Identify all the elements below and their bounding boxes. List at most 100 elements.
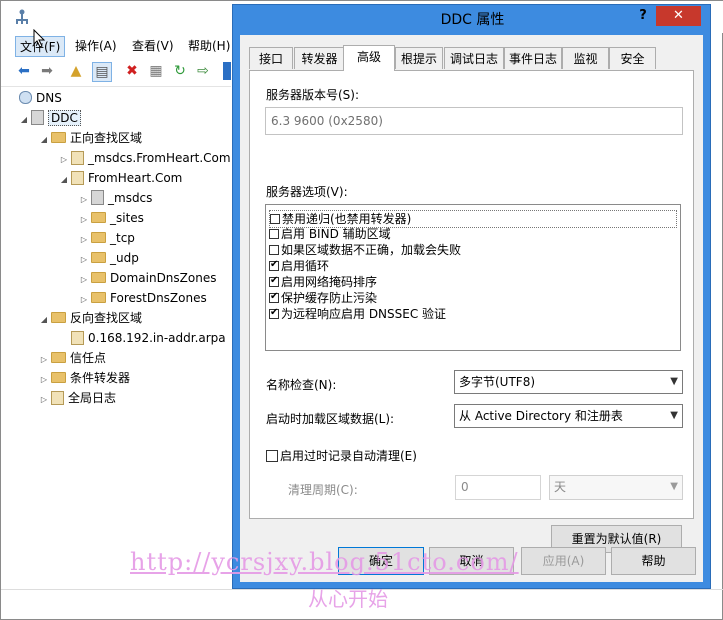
collapse-arrow-icon[interactable]: ◢	[59, 170, 69, 190]
load-zone-select[interactable]: 从 Active Directory 和注册表 ▼	[454, 404, 683, 428]
log-icon	[51, 390, 64, 405]
folder-icon	[51, 132, 66, 143]
server-options-list: 禁用递归(也禁用转发器) 启用 BIND 辅助区域 如果区域数据不正确，加载会失…	[265, 204, 681, 351]
checkbox[interactable]	[269, 306, 279, 320]
up-folder-icon[interactable]: ▲	[67, 62, 85, 80]
toolbar: ⬅ ➡ ▲ ▤ ✖ ▦ ↻ ⇨	[1, 56, 231, 87]
zone-icon	[71, 330, 84, 345]
watermark-text: 从心开始	[308, 587, 388, 611]
tree-node-reverse-zone[interactable]: 0.168.192.in-addr.arpa	[69, 328, 226, 348]
menu-help[interactable]: 帮助(H)	[184, 36, 234, 55]
option-item[interactable]: 如果区域数据不正确，加载会失败	[269, 242, 461, 258]
menu-action[interactable]: 操作(A)	[71, 36, 121, 55]
tree-node-server[interactable]: ◢ DDC	[19, 108, 81, 128]
help-title-button[interactable]: ?	[630, 6, 656, 26]
export-icon[interactable]: ⇨	[194, 62, 212, 80]
period-input[interactable]: 0	[455, 475, 541, 500]
period-unit-select[interactable]: 天 ▼	[549, 475, 683, 500]
option-item[interactable]: 启用网络掩码排序	[269, 274, 377, 290]
expand-arrow-icon[interactable]: ▷	[79, 270, 89, 290]
collapse-arrow-icon[interactable]: ◢	[39, 310, 49, 330]
tree-node-trust-points[interactable]: ▷ 信任点	[39, 348, 106, 368]
help-button[interactable]: 帮助	[611, 547, 696, 575]
tree-node-sub-msdcs[interactable]: ▷ _msdcs	[79, 188, 152, 208]
option-item[interactable]: 启用循环	[269, 258, 329, 274]
expand-arrow-icon[interactable]: ▷	[79, 250, 89, 270]
dialog-client-area: 接口 转发器 高级 根提示 调试日志 事件日志 监视 安全 服务器版本号(S):…	[240, 35, 703, 582]
tree-node-sub-tcp[interactable]: ▷ _tcp	[79, 228, 135, 248]
dns-icon	[19, 91, 32, 104]
folder-icon	[91, 292, 106, 303]
expand-arrow-icon[interactable]: ▷	[79, 230, 89, 250]
properties-dialog: DDC 属性 ? ✕ 接口 转发器 高级 根提示 调试日志 事件日志 监视 安全…	[232, 4, 711, 589]
tab-forwarders[interactable]: 转发器	[294, 47, 345, 69]
tab-monitoring[interactable]: 监视	[562, 47, 609, 69]
tab-root-hints[interactable]: 根提示	[395, 47, 443, 69]
collapse-arrow-icon[interactable]: ◢	[19, 110, 29, 130]
checkbox[interactable]	[269, 228, 279, 239]
scavenge-checkbox[interactable]	[266, 449, 278, 462]
expand-arrow-icon[interactable]: ▷	[39, 370, 49, 390]
checkbox[interactable]	[269, 244, 279, 255]
option-item[interactable]: 为远程响应启用 DNSSEC 验证	[269, 306, 446, 322]
tree-node-forward-zones[interactable]: ◢ 正向查找区域	[39, 128, 142, 148]
expand-arrow-icon[interactable]: ▷	[39, 390, 49, 410]
version-label: 服务器版本号(S):	[266, 88, 360, 102]
tree-node-global-logs[interactable]: ▷ 全局日志	[39, 388, 116, 408]
chevron-down-icon: ▼	[670, 410, 678, 421]
tree-node-sub-sites[interactable]: ▷ _sites	[79, 208, 144, 228]
expand-arrow-icon[interactable]: ▷	[39, 350, 49, 370]
tab-security[interactable]: 安全	[609, 47, 656, 69]
refresh-icon[interactable]: ↻	[171, 62, 189, 80]
tree-node-reverse-zones[interactable]: ◢ 反向查找区域	[39, 308, 142, 328]
apply-button[interactable]: 应用(A)	[521, 547, 606, 575]
option-item[interactable]: 启用 BIND 辅助区域	[269, 226, 391, 242]
chevron-down-icon: ▼	[670, 376, 678, 387]
checkbox[interactable]	[270, 213, 280, 224]
chevron-down-icon: ▼	[670, 481, 678, 492]
folder-icon	[51, 372, 66, 383]
tree-node-domaindnszones[interactable]: ▷ DomainDnsZones	[79, 268, 217, 290]
tab-event-logging[interactable]: 事件日志	[504, 47, 562, 69]
folder-icon	[91, 232, 106, 243]
folder-icon	[51, 352, 66, 363]
mouse-cursor-icon	[33, 29, 46, 48]
expand-arrow-icon[interactable]: ▷	[79, 210, 89, 230]
show-console-tree-icon[interactable]: ▤	[92, 62, 112, 82]
tab-interfaces[interactable]: 接口	[249, 47, 293, 69]
help-toolbar-icon[interactable]	[223, 62, 231, 80]
forward-icon[interactable]: ➡	[38, 62, 56, 80]
checkbox[interactable]	[269, 258, 279, 272]
folder-icon	[51, 312, 66, 323]
checkbox[interactable]	[269, 274, 279, 288]
tree-node-conditional-forwarders[interactable]: ▷ 条件转发器	[39, 368, 130, 388]
delete-icon[interactable]: ✖	[123, 62, 141, 80]
folder-icon	[91, 212, 106, 223]
collapse-arrow-icon[interactable]: ◢	[39, 130, 49, 150]
tree-node-msdcs-zone[interactable]: ▷ _msdcs.FromHeart.Com	[59, 148, 231, 168]
server-icon	[31, 110, 44, 125]
folder-icon	[91, 272, 106, 283]
tree-node-fromheart-zone[interactable]: ◢ FromHeart.Com	[59, 168, 182, 188]
tab-advanced[interactable]: 高级	[343, 45, 395, 71]
menu-view[interactable]: 查看(V)	[128, 36, 178, 55]
name-check-select[interactable]: 多字节(UTF8) ▼	[454, 370, 683, 394]
option-item[interactable]: 保护缓存防止污染	[269, 290, 377, 306]
period-label: 清理周期(C):	[288, 483, 358, 497]
expand-arrow-icon[interactable]: ▷	[79, 190, 89, 210]
version-field: 6.3 9600 (0x2580)	[265, 107, 683, 135]
tree-node-forestdnszones[interactable]: ▷ ForestDnsZones	[79, 288, 207, 308]
scavenge-option[interactable]: 启用过时记录自动清理(E)	[266, 448, 417, 464]
options-label: 服务器选项(V):	[266, 185, 348, 199]
checkbox[interactable]	[269, 290, 279, 304]
zone-icon	[71, 170, 84, 185]
expand-arrow-icon[interactable]: ▷	[59, 150, 69, 170]
expand-arrow-icon[interactable]: ▷	[79, 290, 89, 310]
dns-app-icon	[16, 9, 28, 24]
tree-node-dns[interactable]: DNS	[17, 88, 62, 108]
back-icon[interactable]: ⬅	[15, 62, 33, 80]
close-button[interactable]: ✕	[656, 6, 701, 26]
properties-icon[interactable]: ▦	[147, 62, 165, 80]
tree-node-sub-udp[interactable]: ▷ _udp	[79, 248, 139, 268]
tab-debug-logging[interactable]: 调试日志	[444, 47, 504, 69]
